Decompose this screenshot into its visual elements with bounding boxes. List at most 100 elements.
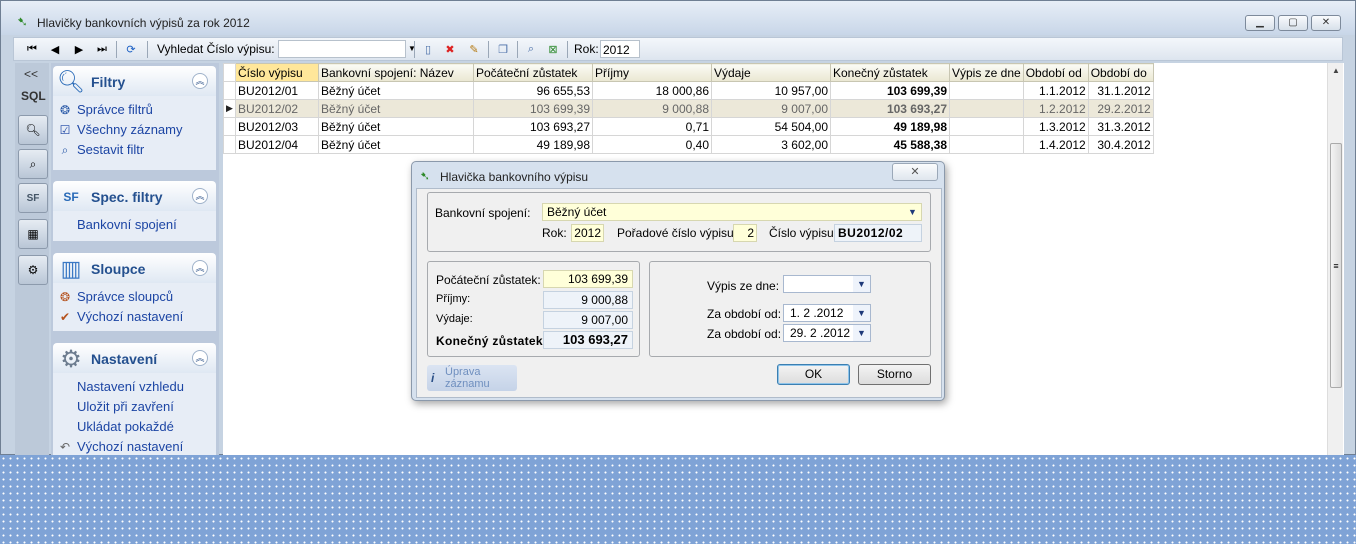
default-columns-link[interactable]: ✔ Výchozí nastavení [53,307,216,327]
cell-expense[interactable]: 54 504,00 [711,117,831,136]
bank-connection-filter-link[interactable]: Bankovní spojení [53,215,216,235]
cell-expense[interactable]: 9 007,00 [711,99,831,118]
cell-expense[interactable]: 10 957,00 [711,81,831,100]
cell-bank[interactable]: Běžný účet [318,117,474,136]
column-header[interactable]: Počáteční zůstatek [473,63,593,82]
export-excel-icon[interactable]: ⊠ [545,41,561,57]
cell-end[interactable]: 45 588,38 [830,135,950,154]
column-header[interactable]: Bankovní spojení: Název [318,63,474,82]
minimize-button[interactable]: ▁ [1245,15,1275,31]
save-on-close-link[interactable]: Uložit při zavření [53,397,216,417]
table-row[interactable]: BU2012/03 Běžný účet 103 693,27 0,71 54 … [223,117,1154,136]
cell-end[interactable]: 49 189,98 [830,117,950,136]
column-header[interactable]: Období do [1087,63,1154,82]
order-field[interactable]: 2 [733,224,757,242]
cell-end[interactable]: 103 699,39 [830,81,950,100]
cell-bank[interactable]: Běžný účet [318,81,474,100]
start-field[interactable]: 103 699,39 [543,270,633,288]
year-field[interactable]: 2012 [571,224,604,242]
cell-to[interactable]: 30.4.2012 [1087,135,1154,154]
cell-start[interactable]: 96 655,53 [473,81,593,100]
save-always-link[interactable]: Ukládat pokaždé [53,417,216,437]
cell-date[interactable] [949,135,1024,154]
cancel-button[interactable]: Storno [858,364,931,385]
column-header[interactable]: Výdaje [711,63,831,82]
cell-start[interactable]: 103 693,27 [473,117,593,136]
bank-select[interactable]: Běžný účet ▼ [542,203,922,221]
group-header[interactable]: ⚙ Nastavení ︽ [53,343,216,373]
group-header[interactable]: 🔍︎ Filtry ︽ [53,66,216,96]
cell-date[interactable] [949,99,1024,118]
cell-date[interactable] [949,81,1024,100]
next-record-icon[interactable]: ▶ [71,41,87,57]
collapse-panel-button[interactable]: << [24,67,38,81]
collapse-icon[interactable]: ︽ [192,188,208,204]
date-field[interactable]: ▼ [783,275,871,293]
edit-record-icon[interactable]: ✎ [466,41,482,57]
sql-button[interactable]: SQL [21,89,46,103]
cell-to[interactable]: 31.3.2012 [1087,117,1154,136]
from-field[interactable]: 1. 2 .2012 ▼ [783,304,871,322]
tab-columns[interactable]: ▦ [18,219,48,249]
collapse-icon[interactable]: ︽ [192,73,208,89]
column-header[interactable]: Období od [1022,63,1089,82]
chevron-down-icon[interactable]: ▼ [853,325,870,341]
cell-income[interactable]: 18 000,86 [592,81,712,100]
preview-icon[interactable]: ⌕ [523,41,539,57]
chevron-down-icon[interactable]: ▼ [853,305,870,321]
first-record-icon[interactable]: ⏮ [24,41,40,57]
collapse-icon[interactable]: ︽ [192,350,208,366]
column-header[interactable]: Číslo výpisu [235,63,319,82]
vertical-scrollbar[interactable]: ▲ ≡ [1327,63,1343,455]
cell-start[interactable]: 103 699,39 [473,99,593,118]
prev-record-icon[interactable]: ◀ [47,41,63,57]
cell-number[interactable]: BU2012/04 [235,135,319,154]
cell-start[interactable]: 49 189,98 [473,135,593,154]
last-record-icon[interactable]: ⏭ [94,41,110,57]
appearance-settings-link[interactable]: Nastavení vzhledu [53,377,216,397]
cell-to[interactable]: 29.2.2012 [1087,99,1154,118]
cell-from[interactable]: 1.2.2012 [1022,99,1089,118]
cell-to[interactable]: 31.1.2012 [1087,81,1154,100]
group-header[interactable]: ▥ Sloupce ︽ [53,253,216,283]
tab-filters[interactable]: 🔍︎ [18,115,48,145]
cell-income[interactable]: 0,71 [592,117,712,136]
default-settings-link[interactable]: ↶ Výchozí nastavení [53,437,216,455]
cell-number[interactable]: BU2012/03 [235,117,319,136]
collapse-icon[interactable]: ︽ [192,260,208,276]
new-record-icon[interactable]: ▯ [420,41,436,57]
all-records-link[interactable]: ☑ Všechny záznamy [53,120,216,140]
copy-record-icon[interactable]: ❐ [495,41,511,57]
dialog-close-button[interactable]: ✕ [892,163,938,181]
chevron-down-icon[interactable]: ▼ [853,276,870,292]
year-input[interactable]: 2012 [600,40,640,58]
scroll-up-icon[interactable]: ▲ [1328,63,1344,79]
column-manager-link[interactable]: ❂ Správce sloupců [53,287,216,307]
tab-settings[interactable]: ⚙ [18,255,48,285]
cell-from[interactable]: 1.3.2012 [1022,117,1089,136]
to-field[interactable]: 29. 2 .2012 ▼ [783,324,871,342]
group-header[interactable]: SF Spec. filtry ︽ [53,181,216,211]
cell-number[interactable]: BU2012/01 [235,81,319,100]
filter-manager-link[interactable]: ❂ Správce filtrů [53,100,216,120]
close-button[interactable]: ✕ [1311,15,1341,31]
search-dropdown-icon[interactable]: ▼ [406,40,418,58]
chevron-down-icon[interactable]: ▼ [904,204,921,220]
table-row[interactable]: ▶ BU2012/02 Běžný účet 103 699,39 9 000,… [223,99,1154,118]
cell-bank[interactable]: Běžný účet [318,135,474,154]
search-input[interactable] [278,40,406,58]
cell-from[interactable]: 1.4.2012 [1022,135,1089,154]
cell-from[interactable]: 1.1.2012 [1022,81,1089,100]
tab-spec-filters[interactable]: SF [18,183,48,213]
cell-end[interactable]: 103 693,27 [830,99,950,118]
column-header[interactable]: Příjmy [592,63,712,82]
column-header[interactable]: Konečný zůstatek [830,63,950,82]
column-header[interactable]: Výpis ze dne [949,63,1024,82]
refresh-icon[interactable]: ⟳ [123,41,139,57]
ok-button[interactable]: OK [777,364,850,385]
cell-income[interactable]: 9 000,88 [592,99,712,118]
tab-search[interactable]: ⌕ [18,149,48,179]
scroll-thumb[interactable]: ≡ [1330,143,1342,388]
maximize-button[interactable]: ▢ [1278,15,1308,31]
cell-income[interactable]: 0,40 [592,135,712,154]
